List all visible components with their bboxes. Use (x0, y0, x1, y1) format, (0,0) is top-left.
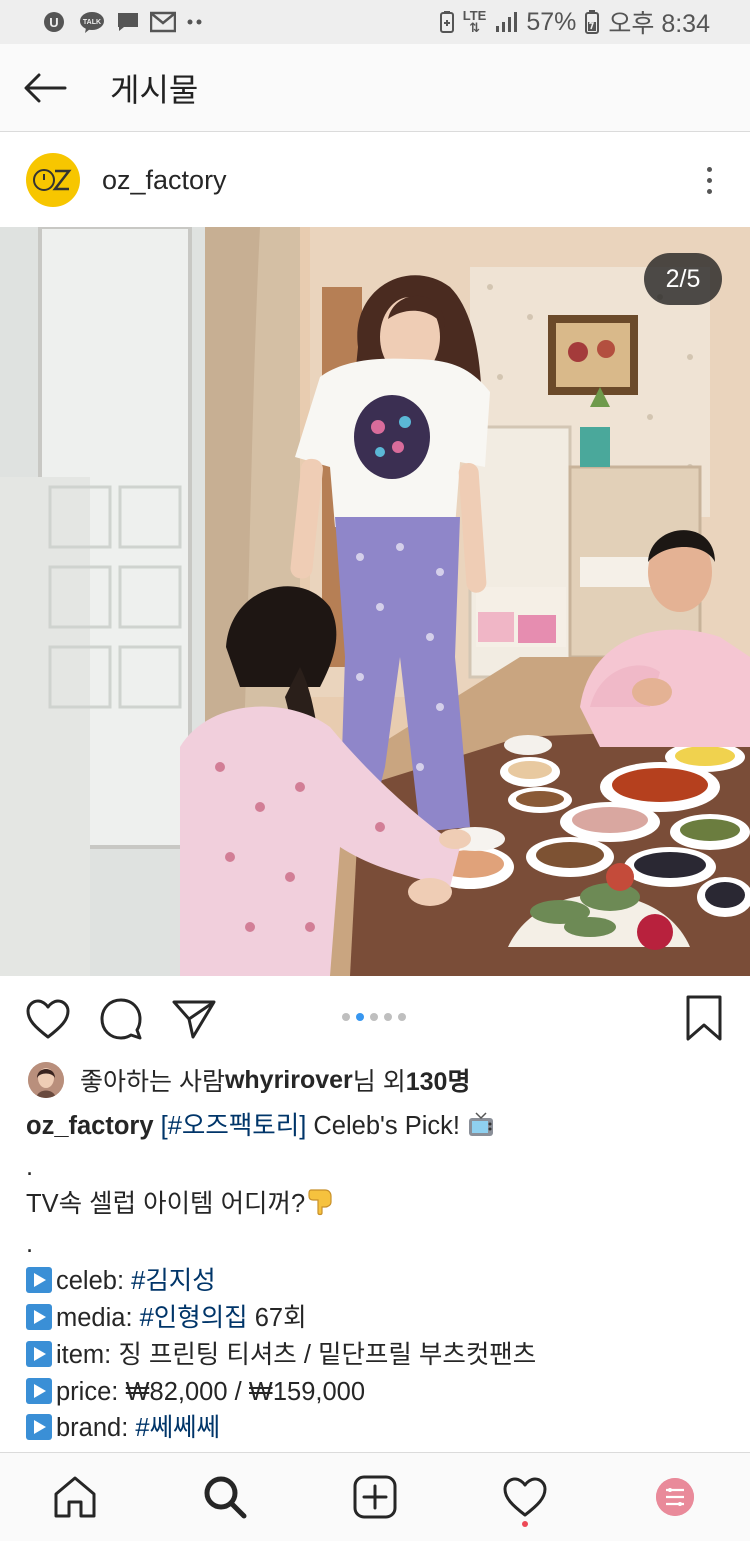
back-arrow-icon (24, 73, 67, 102)
battery-saver-icon (439, 10, 455, 34)
tab-new-post[interactable] (345, 1467, 405, 1527)
tv-icon (467, 1112, 495, 1149)
status-bar: U TALK LTE ⇅ 57% 오후 8:34 (0, 0, 750, 44)
more-dot-icon (706, 166, 712, 172)
send-icon (172, 1000, 216, 1039)
svg-text:TALK: TALK (83, 19, 101, 26)
caption-line: media: #인형의집 67회 (26, 1300, 726, 1337)
pointing-down-icon (305, 1186, 335, 1227)
search-icon (204, 1476, 247, 1519)
clock: 오후 8:34 (608, 10, 710, 38)
caption-text: brand: (56, 1414, 136, 1443)
more-dot-icon (706, 188, 712, 194)
more-notifications-icon (186, 10, 204, 34)
heart-icon (503, 1477, 547, 1517)
signal-icon (494, 10, 518, 34)
tab-search[interactable] (195, 1467, 255, 1527)
bottom-tab-bar (0, 1452, 750, 1541)
gmail-icon (150, 10, 176, 34)
liker-avatar (28, 1062, 64, 1098)
carousel-indicator (342, 1013, 406, 1021)
author-username[interactable]: oz_factory (102, 165, 227, 196)
likes-summary[interactable]: 좋아하는 사람 whyrirover 님 외 130명 (28, 1062, 470, 1098)
likes-prefix: 좋아하는 사람 (80, 1068, 225, 1096)
network-type: LTE ⇅ (462, 8, 487, 35)
caption-text: 67회 (247, 1303, 307, 1332)
caption-dot: . (26, 1152, 34, 1181)
page-title: 게시물 (110, 71, 199, 108)
carousel-dot-active (356, 1013, 364, 1021)
carousel-dot (384, 1013, 392, 1021)
carousel-dot (398, 1013, 406, 1021)
caption-text: TV속 셀럽 아이템 어디꺼? (26, 1189, 306, 1218)
app-header: 게시물 (0, 44, 750, 132)
hashtag-link[interactable]: #김지성 (131, 1267, 216, 1295)
carousel-dot (370, 1013, 378, 1021)
more-options-button[interactable] (694, 160, 724, 200)
image-counter-badge: 2/5 (644, 253, 722, 305)
tab-profile[interactable] (645, 1467, 705, 1527)
oz-logo-icon (33, 169, 72, 191)
battery-icon (584, 10, 600, 34)
message-icon (116, 10, 140, 34)
caption-text: celeb: (56, 1267, 132, 1296)
comment-button[interactable] (97, 995, 145, 1043)
likes-middle: 님 외 (352, 1068, 406, 1096)
caption-line: TV속 셀럽 아이템 어디꺼? (26, 1186, 726, 1227)
caption-dot: . (26, 1230, 34, 1259)
hashtag-link[interactable]: [#오즈팩토리] (161, 1112, 307, 1140)
caption-line: price: ₩82,000 / ₩159,000 (26, 1374, 726, 1411)
caption-text: item: 징 프린팅 티셔츠 / 밑단프릴 부츠컷팬츠 (56, 1340, 537, 1369)
svg-text:U: U (49, 15, 58, 30)
back-button[interactable] (0, 44, 90, 132)
caption-username[interactable]: oz_factory (26, 1112, 154, 1140)
caption-text: media: (56, 1303, 140, 1332)
caption-line: celeb: #김지성 (26, 1263, 726, 1300)
caption-text: price: ₩82,000 / ₩159,000 (56, 1377, 366, 1406)
caption-line: oz_factory [#오즈팩토리] Celeb's Pick! (26, 1108, 726, 1149)
tab-activity[interactable] (495, 1467, 555, 1527)
save-button[interactable] (684, 994, 724, 1042)
battery-percent: 57% (526, 7, 577, 36)
carousel-dot (342, 1013, 350, 1021)
play-arrow-icon (26, 1303, 52, 1330)
more-dot-icon (706, 177, 712, 183)
likes-count[interactable]: 130명 (406, 1062, 471, 1098)
caption-text: Celeb's Pick! (306, 1112, 468, 1140)
post-caption: oz_factory [#오즈팩토리] Celeb's Pick! . TV속 … (26, 1108, 726, 1447)
u-plus-icon: U (42, 10, 68, 34)
caption-line: item: 징 프린팅 티셔츠 / 밑단프릴 부츠컷팬츠 (26, 1337, 726, 1374)
play-arrow-icon (26, 1414, 52, 1441)
post-photo[interactable] (0, 227, 750, 976)
bookmark-icon (686, 995, 722, 1041)
share-button[interactable] (170, 995, 218, 1043)
profile-avatar (656, 1478, 694, 1516)
like-button[interactable] (24, 995, 72, 1043)
activity-notification-dot (522, 1521, 528, 1527)
kakao-talk-icon: TALK (78, 10, 106, 34)
heart-icon (26, 999, 70, 1039)
caption-line: brand: #쎄쎄쎄 (26, 1410, 726, 1447)
add-post-icon (353, 1475, 397, 1519)
hashtag-link[interactable]: #쎄쎄쎄 (135, 1414, 220, 1442)
post-header: oz_factory (0, 133, 750, 227)
play-arrow-icon (26, 1267, 52, 1294)
tab-home[interactable] (45, 1467, 105, 1527)
author-avatar[interactable] (26, 153, 80, 207)
hashtag-link[interactable]: #인형의집 (140, 1304, 248, 1332)
play-arrow-icon (26, 1377, 52, 1404)
play-arrow-icon (26, 1340, 52, 1367)
comment-icon (100, 998, 142, 1040)
home-icon (54, 1476, 96, 1518)
liker-username[interactable]: whyrirover (225, 1066, 353, 1095)
